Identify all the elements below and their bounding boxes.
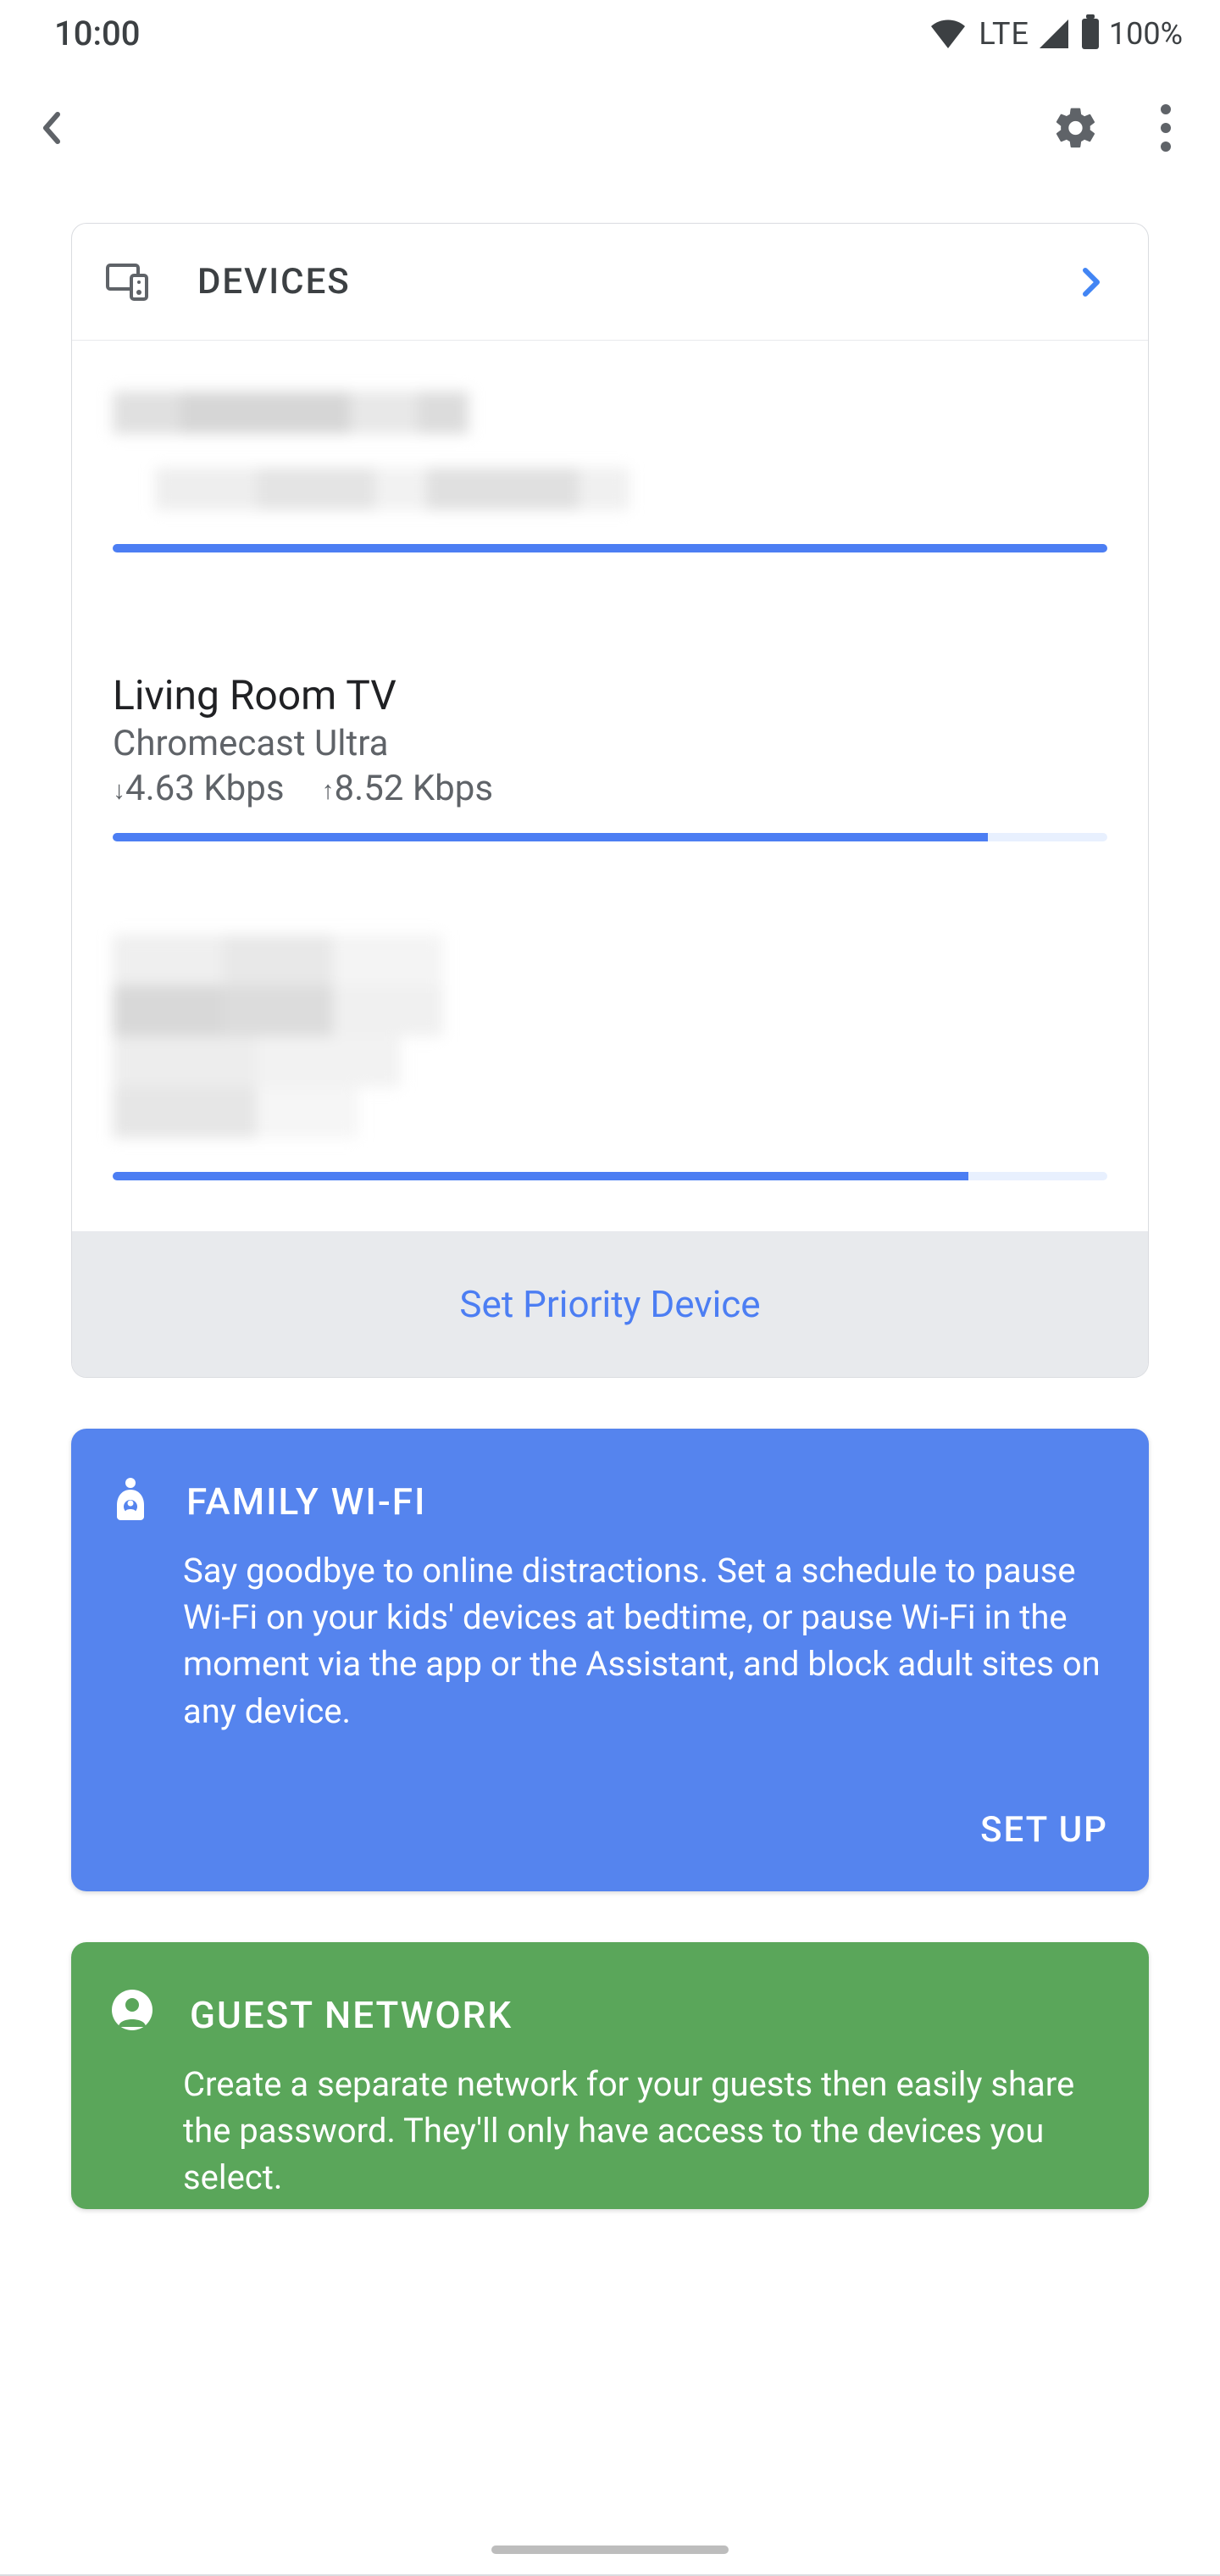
status-bar: 10:00 LTE 100% — [0, 0, 1220, 60]
redacted-content — [113, 391, 485, 434]
family-icon — [112, 1476, 149, 1520]
back-button[interactable] — [24, 94, 78, 162]
device-speeds: ↓4.63 Kbps ↑8.52 Kbps — [113, 768, 1107, 809]
cell-signal-icon — [1040, 19, 1068, 48]
chevron-left-icon — [41, 111, 61, 145]
dot-icon — [1161, 123, 1171, 133]
guest-network-card: GUEST NETWORK Create a separate network … — [71, 1942, 1149, 2210]
network-label: LTE — [979, 16, 1029, 52]
person-circle-icon — [112, 1990, 152, 2030]
dot-icon — [1161, 142, 1171, 152]
devices-icon — [106, 264, 150, 301]
guest-network-body: Create a separate network for your guest… — [183, 2061, 1108, 2201]
redacted-content — [113, 935, 485, 1138]
usage-bar — [113, 1172, 1107, 1180]
status-time: 10:00 — [54, 14, 140, 53]
usage-bar — [113, 833, 1107, 841]
device-subtitle: Chromecast Ultra — [113, 723, 1107, 764]
device-item[interactable] — [72, 391, 1148, 603]
download-speed: 4.63 Kbps — [125, 768, 285, 809]
app-bar — [0, 60, 1220, 196]
devices-card-header[interactable]: DEVICES — [72, 224, 1148, 341]
up-arrow-icon: ↑ — [322, 775, 335, 805]
down-arrow-icon: ↓ — [113, 775, 125, 805]
family-wifi-title: FAMILY WI-FI — [186, 1480, 427, 1524]
gear-icon — [1052, 104, 1100, 152]
devices-card: DEVICES — [71, 223, 1149, 1378]
family-wifi-body: Say goodbye to online distractions. Set … — [183, 1547, 1108, 1735]
battery-text: 100% — [1109, 16, 1183, 52]
chevron-right-icon — [1082, 267, 1101, 297]
status-right: LTE 100% — [931, 16, 1183, 52]
family-wifi-card: FAMILY WI-FI Say goodbye to online distr… — [71, 1429, 1149, 1891]
wifi-icon — [931, 19, 965, 48]
gesture-bar[interactable] — [491, 2545, 729, 2554]
set-priority-label: Set Priority Device — [459, 1282, 760, 1326]
settings-button[interactable] — [1044, 96, 1108, 160]
battery-icon — [1082, 19, 1099, 49]
redacted-content — [155, 468, 646, 510]
family-setup-button[interactable]: SET UP — [980, 1809, 1108, 1851]
device-name: Living Room TV — [113, 671, 1107, 719]
guest-network-title: GUEST NETWORK — [190, 1993, 513, 2037]
dot-icon — [1161, 104, 1171, 114]
usage-bar — [113, 544, 1107, 552]
upload-speed: 8.52 Kbps — [335, 768, 494, 809]
devices-title: DEVICES — [197, 261, 351, 303]
set-priority-button[interactable]: Set Priority Device — [72, 1231, 1148, 1377]
overflow-menu-button[interactable] — [1152, 96, 1179, 160]
device-item[interactable] — [72, 892, 1148, 1231]
device-item[interactable]: Living Room TV Chromecast Ultra ↓4.63 Kb… — [72, 603, 1148, 892]
